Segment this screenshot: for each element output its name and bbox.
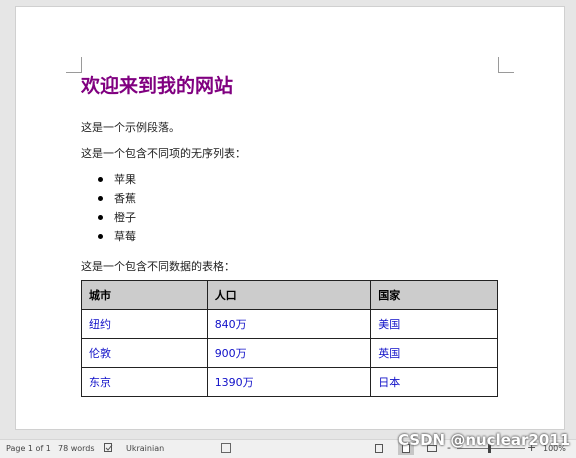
focus-mode-icon[interactable] [221, 443, 231, 453]
table-row: 纽约 840万 美国 [81, 309, 498, 339]
column-header-population: 人口 [206, 280, 372, 310]
table-cell: 日本 [370, 367, 498, 397]
crop-mark-top-right [498, 57, 514, 73]
read-mode-button[interactable] [371, 442, 387, 455]
bullet-icon [98, 195, 103, 201]
table-row: 东京 1390万 日本 [81, 367, 498, 397]
document-title: 欢迎来到我的网站 [81, 75, 234, 97]
table-row: 伦敦 900万 英国 [81, 338, 498, 368]
bullet-icon [98, 233, 103, 239]
book-icon [375, 444, 383, 453]
table-cell: 840万 [206, 309, 372, 339]
list-intro: 这是一个包含不同项的无序列表： [81, 147, 246, 160]
fruit-list: 苹果 香蕉 橙子 草莓 [98, 170, 136, 246]
list-item-label: 草莓 [114, 230, 136, 243]
column-header-country: 国家 [370, 280, 498, 310]
list-item-label: 苹果 [114, 173, 136, 186]
table-cell: 东京 [81, 367, 208, 397]
crop-mark-top-left [66, 57, 82, 73]
list-item: 香蕉 [98, 189, 136, 208]
document-page[interactable]: 欢迎来到我的网站 这是一个示例段落。 这是一个包含不同项的无序列表： 苹果 香蕉… [15, 6, 565, 430]
column-header-city: 城市 [81, 280, 208, 310]
table-cell: 纽约 [81, 309, 208, 339]
list-item: 草莓 [98, 227, 136, 246]
word-count[interactable]: 78 words [58, 444, 95, 453]
list-item: 橙子 [98, 208, 136, 227]
proofing-icon[interactable] [104, 443, 113, 453]
list-item: 苹果 [98, 170, 136, 189]
language-indicator[interactable]: Ukrainian [126, 444, 164, 453]
table-cell: 1390万 [206, 367, 372, 397]
list-item-label: 橙子 [114, 211, 136, 224]
table-intro: 这是一个包含不同数据的表格： [81, 260, 235, 273]
table-cell: 伦敦 [81, 338, 208, 368]
table-cell: 900万 [206, 338, 372, 368]
list-item-label: 香蕉 [114, 192, 136, 205]
table-cell: 英国 [370, 338, 498, 368]
bullet-icon [98, 176, 103, 182]
table-header-row: 城市 人口 国家 [81, 280, 498, 310]
watermark: CSDN @nuclear2011 [398, 431, 571, 449]
table-cell: 美国 [370, 309, 498, 339]
city-table: 城市 人口 国家 纽约 840万 美国 伦敦 900万 英国 东京 1390万 … [81, 280, 498, 397]
paragraph-example: 这是一个示例段落。 [81, 121, 180, 134]
bullet-icon [98, 214, 103, 220]
page-count[interactable]: Page 1 of 1 [6, 444, 51, 453]
